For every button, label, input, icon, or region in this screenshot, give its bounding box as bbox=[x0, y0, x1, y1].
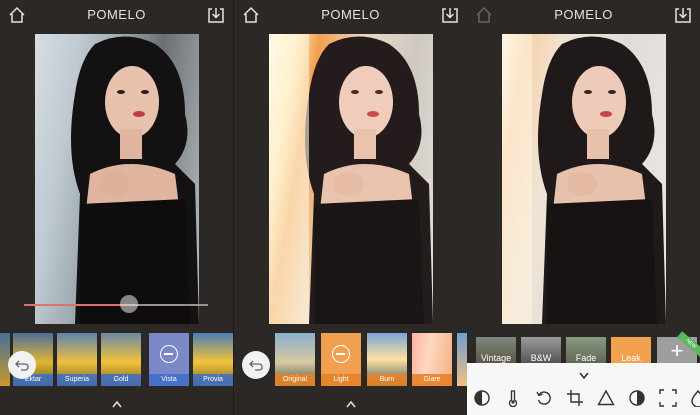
photo-canvas[interactable] bbox=[502, 34, 666, 324]
filter-tile-light[interactable]: Light bbox=[321, 333, 361, 386]
selected-filter-icon bbox=[160, 345, 178, 363]
photo-canvas[interactable] bbox=[35, 34, 199, 324]
filter-tile-vista[interactable]: Vista bbox=[149, 333, 189, 386]
tools-panel bbox=[467, 363, 700, 415]
contrast-tool-button[interactable] bbox=[473, 389, 491, 407]
filter-label: Glare bbox=[412, 374, 452, 386]
undo-button[interactable] bbox=[8, 351, 36, 379]
download-icon[interactable] bbox=[441, 6, 459, 24]
filter-label: Superia bbox=[57, 374, 97, 386]
vignette-tool-button[interactable] bbox=[659, 389, 677, 407]
editor-screen-light-filters: POMELO Original Light Burn Glare bbox=[234, 0, 467, 415]
filter-tile-original[interactable]: Original bbox=[275, 333, 315, 386]
crop-tool-button[interactable] bbox=[566, 389, 584, 407]
app-title: POMELO bbox=[554, 7, 613, 22]
preset-label: Leak bbox=[621, 353, 641, 363]
filter-tile-burn[interactable]: Burn bbox=[367, 333, 407, 386]
rotate-tool-button[interactable] bbox=[535, 389, 553, 407]
undo-button[interactable] bbox=[242, 351, 270, 379]
expand-panel-button[interactable] bbox=[234, 397, 467, 411]
undo-icon bbox=[249, 360, 263, 371]
chevron-down-icon bbox=[578, 372, 589, 380]
filter-tile-superia[interactable]: Superia bbox=[57, 333, 97, 386]
tool-row bbox=[467, 389, 700, 409]
filter-tile-gold[interactable]: Gold bbox=[101, 333, 141, 386]
filter-label: Original bbox=[275, 374, 315, 386]
exposure-icon bbox=[629, 390, 645, 406]
chevron-up-icon bbox=[345, 400, 356, 408]
editor-screen-tools: POMELO Vintage B&W Fade Leak + NEW bbox=[467, 0, 700, 415]
sharpen-tool-button[interactable] bbox=[597, 389, 615, 407]
expand-panel-button[interactable] bbox=[0, 397, 233, 411]
filter-tile[interactable] bbox=[457, 333, 467, 386]
chevron-up-icon bbox=[111, 400, 122, 408]
download-icon[interactable] bbox=[207, 6, 225, 24]
filter-label: Vista bbox=[149, 374, 189, 386]
preset-label: Vintage bbox=[480, 353, 512, 363]
slider-fill bbox=[24, 304, 129, 306]
filter-label: Gold bbox=[101, 374, 141, 386]
photo-canvas[interactable] bbox=[269, 34, 433, 324]
tint-tool-button[interactable] bbox=[689, 389, 700, 408]
exposure-tool-button[interactable] bbox=[628, 389, 646, 407]
app-title: POMELO bbox=[321, 7, 380, 22]
app-title: POMELO bbox=[87, 7, 146, 22]
selected-filter-icon bbox=[332, 345, 350, 363]
filter-label: Light bbox=[321, 374, 361, 386]
collapse-panel-button[interactable] bbox=[467, 367, 700, 380]
filter-label: Provia bbox=[193, 374, 233, 386]
filter-label: Burn bbox=[367, 374, 407, 386]
filter-tile-glare[interactable]: Glare bbox=[412, 333, 452, 386]
slider-thumb[interactable] bbox=[119, 295, 138, 313]
top-bar: POMELO bbox=[467, 0, 700, 30]
temperature-tool-button[interactable] bbox=[504, 389, 522, 408]
top-bar: POMELO bbox=[0, 0, 233, 30]
rotate-icon bbox=[536, 391, 551, 405]
filter-strength-slider[interactable] bbox=[24, 295, 208, 313]
undo-icon bbox=[15, 360, 29, 371]
crop-icon bbox=[567, 390, 583, 406]
vignette-icon bbox=[659, 389, 677, 407]
preset-label: Fade bbox=[575, 353, 597, 363]
tint-icon bbox=[691, 389, 700, 408]
filter-tile-provia[interactable]: Provia bbox=[193, 333, 233, 386]
editor-screen-filters: POMELO Ektar Superia Gold Vista Provia bbox=[0, 0, 233, 415]
preset-label: B&W bbox=[530, 353, 552, 363]
download-icon[interactable] bbox=[674, 6, 692, 24]
contrast-icon bbox=[474, 390, 490, 406]
temperature-icon bbox=[508, 390, 518, 408]
sharpen-icon bbox=[597, 389, 615, 406]
top-bar: POMELO bbox=[234, 0, 467, 30]
